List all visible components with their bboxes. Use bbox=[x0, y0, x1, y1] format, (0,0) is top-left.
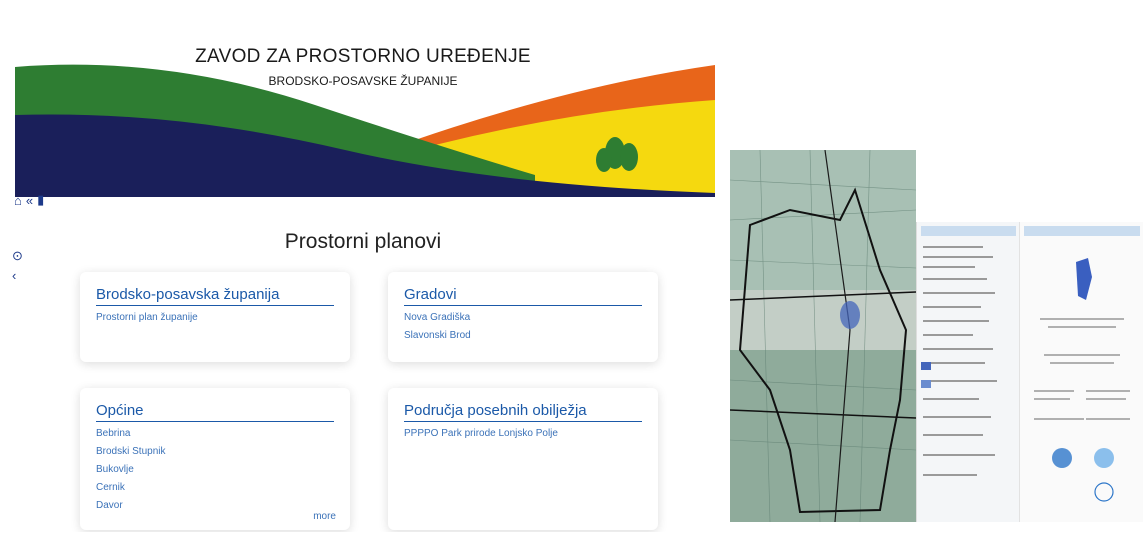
map-legend-sheet bbox=[916, 222, 1020, 522]
link-bukovlje[interactable]: Bukovlje bbox=[96, 464, 334, 475]
card-county: Brodsko-posavska županija Prostorni plan… bbox=[80, 272, 350, 362]
plan-map-image bbox=[730, 150, 916, 522]
card-cities: Gradovi Nova Gradiška Slavonski Brod bbox=[388, 272, 658, 362]
link-slavonski-brod[interactable]: Slavonski Brod bbox=[404, 330, 642, 341]
book-icon[interactable]: ▮ bbox=[37, 192, 44, 208]
link-brodski-stupnik[interactable]: Brodski Stupnik bbox=[96, 446, 334, 457]
link-lonjsko-polje[interactable]: PPPPO Park prirode Lonjsko Polje bbox=[404, 428, 642, 439]
home-icon[interactable]: ⌂ bbox=[14, 193, 22, 208]
card-municipalities: Općine Bebrina Brodski Stupnik Bukovlje … bbox=[80, 388, 350, 530]
top-nav: ⌂ « ▮ bbox=[14, 192, 44, 208]
cover-sheet bbox=[1019, 222, 1143, 522]
plan-document-preview bbox=[730, 150, 1143, 522]
card-special-title[interactable]: Područja posebnih obilježja bbox=[404, 402, 642, 422]
link-county-plan[interactable]: Prostorni plan županije bbox=[96, 312, 334, 323]
link-davor[interactable]: Davor bbox=[96, 500, 334, 511]
card-county-title[interactable]: Brodsko-posavska županija bbox=[96, 286, 334, 306]
card-municipalities-title[interactable]: Općine bbox=[96, 402, 334, 422]
link-nova-gradiska[interactable]: Nova Gradiška bbox=[404, 312, 642, 323]
share-icon[interactable]: ‹ bbox=[12, 268, 23, 283]
header-banner bbox=[15, 15, 715, 197]
landscape-graphic bbox=[15, 15, 715, 197]
organization-subtitle: BRODSKO-POSAVSKE ŽUPANIJE bbox=[268, 74, 458, 88]
website-panel: ZAVOD ZA PROSTORNO UREĐENJE BRODSKO-POSA… bbox=[10, 10, 716, 532]
page-title: Prostorni planovi bbox=[284, 230, 442, 253]
link-cernik[interactable]: Cernik bbox=[96, 482, 334, 493]
card-special-areas: Područja posebnih obilježja PPPPO Park p… bbox=[388, 388, 658, 530]
more-link[interactable]: more bbox=[313, 511, 336, 522]
legend-graphic bbox=[921, 246, 997, 476]
organization-title: ZAVOD ZA PROSTORNO UREĐENJE bbox=[195, 46, 531, 67]
card-cities-title[interactable]: Gradovi bbox=[404, 286, 642, 306]
cover-graphic bbox=[1034, 258, 1130, 502]
link-bebrina[interactable]: Bebrina bbox=[96, 428, 334, 439]
double-chevron-left-icon[interactable]: « bbox=[26, 193, 33, 208]
